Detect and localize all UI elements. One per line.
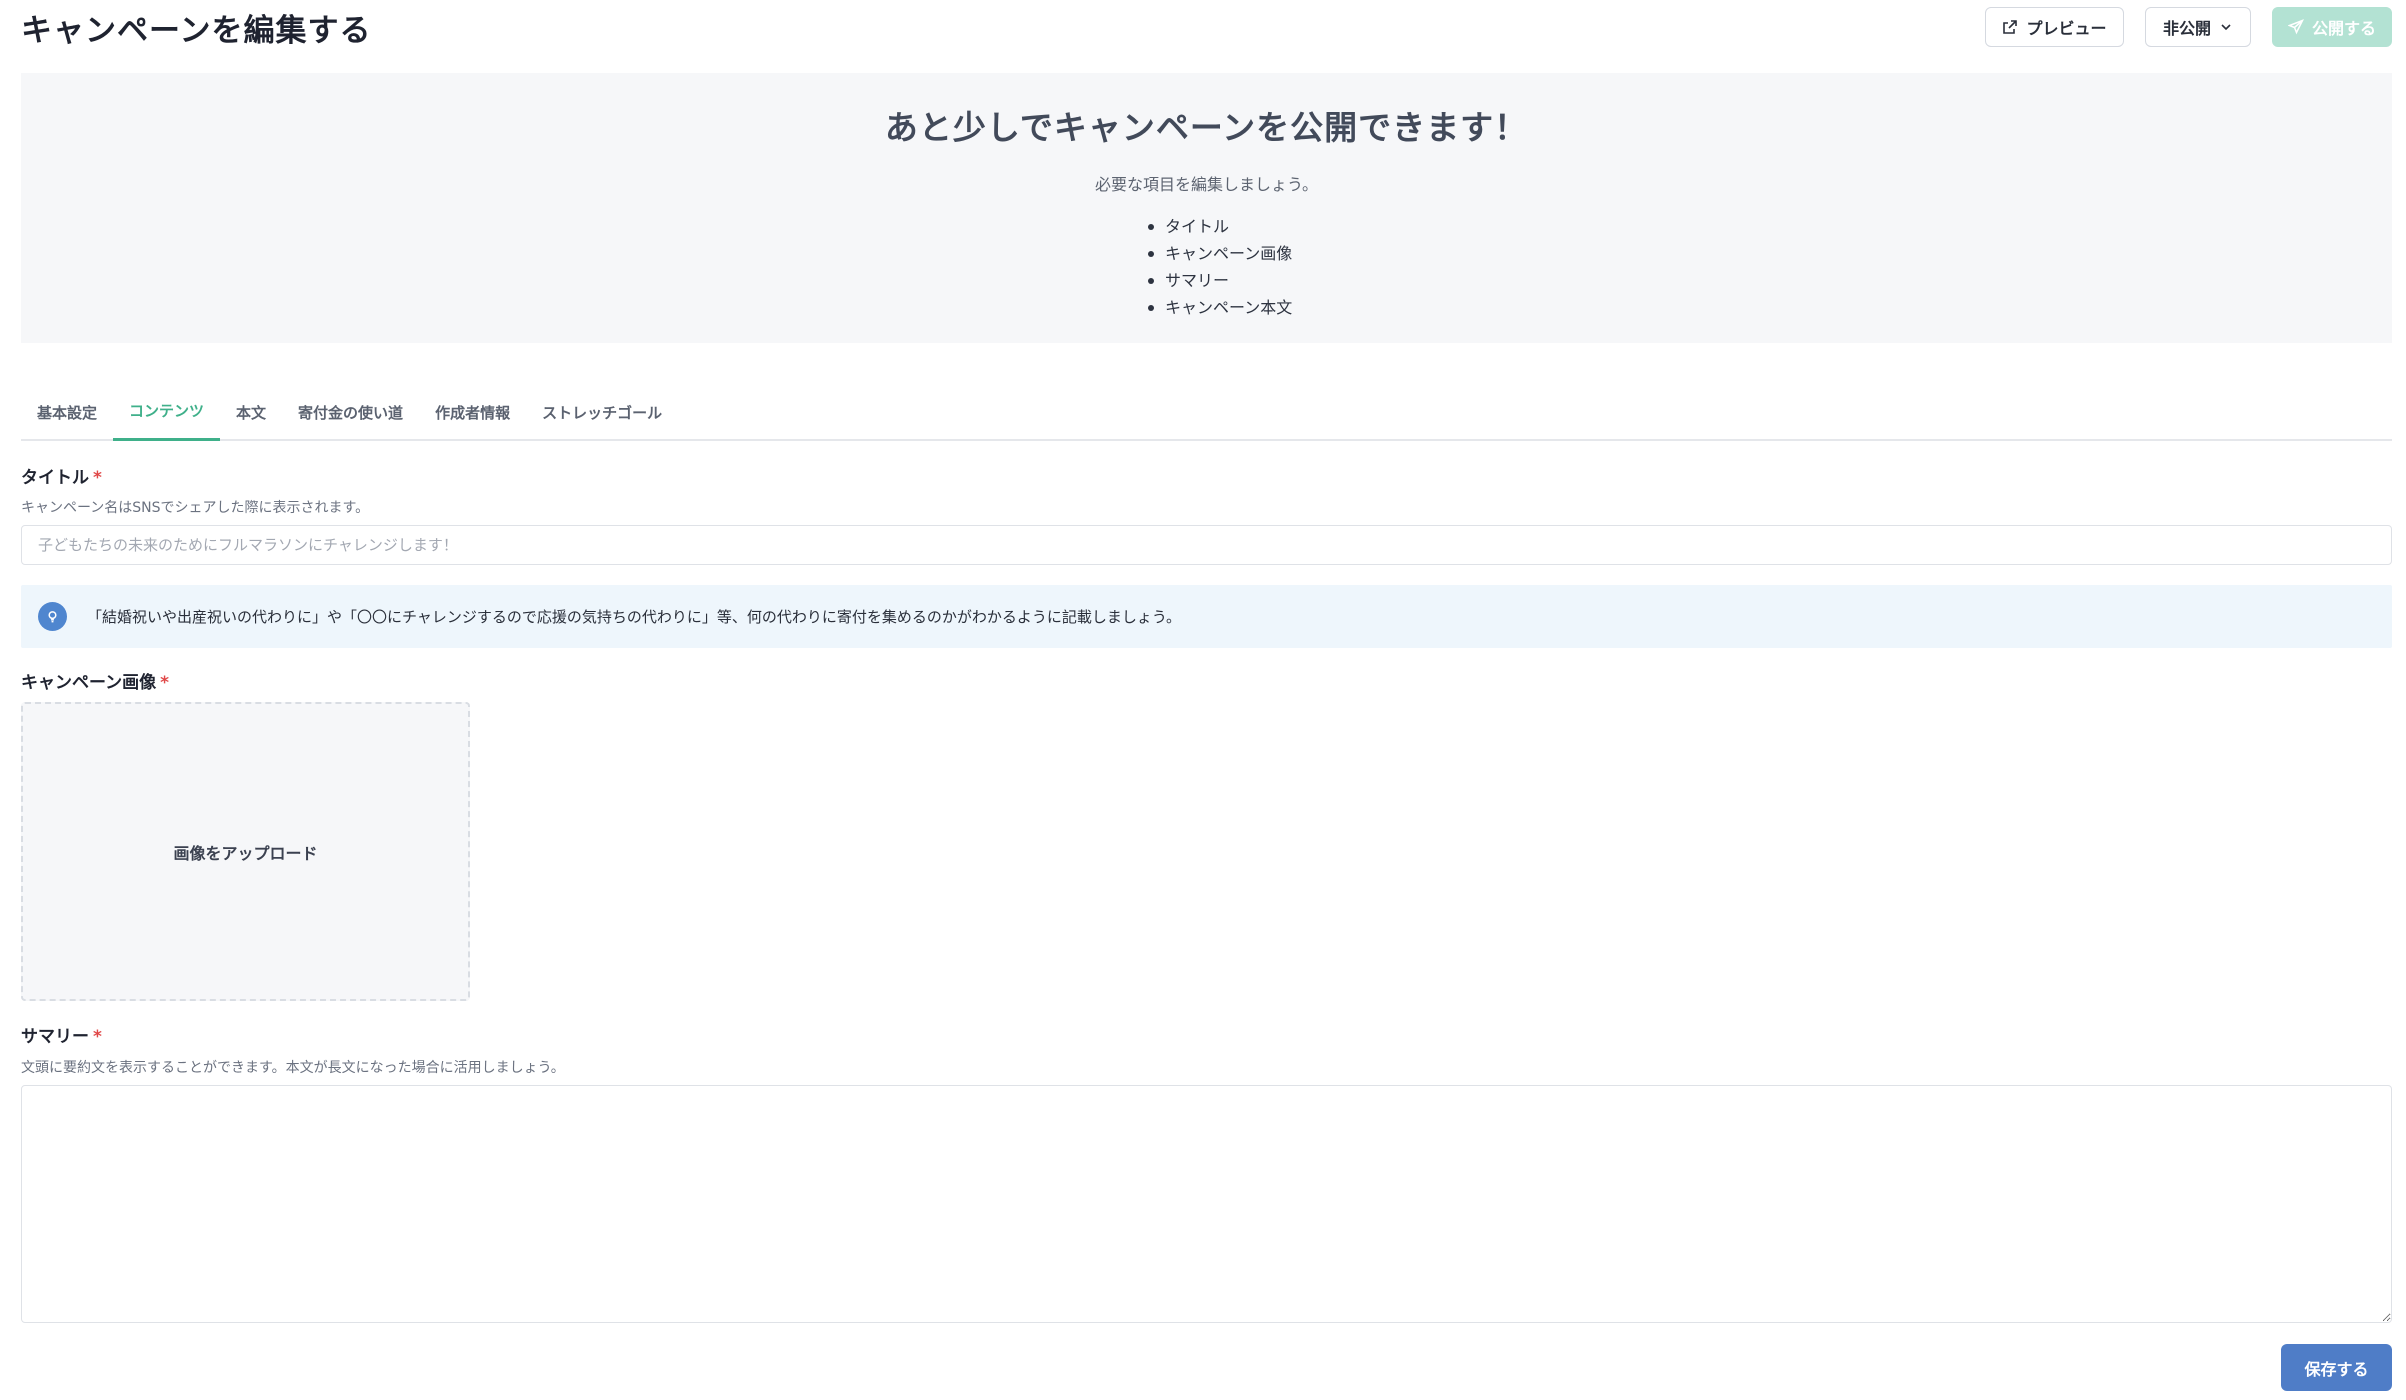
image-label-text: キャンペーン画像: [21, 673, 157, 693]
summary-field-help: 文頭に要約文を表示することができます。本文が長文になった場合に活用しましょう。: [21, 1060, 565, 1076]
list-item: タイトル: [1148, 213, 1292, 240]
list-item: サマリー: [1148, 267, 1292, 294]
page-title: キャンペーンを編集する: [21, 12, 372, 49]
tab-stretch-goal[interactable]: ストレッチゴール: [526, 383, 678, 441]
publish-button[interactable]: 公開する: [2272, 7, 2392, 47]
tab-body[interactable]: 本文: [220, 383, 282, 441]
title-input[interactable]: [21, 525, 2392, 565]
lightbulb-icon: [38, 602, 67, 631]
content-tabs: 基本設定 コンテンツ 本文 寄付金の使い道 作成者情報 ストレッチゴール: [21, 383, 2392, 441]
required-mark: *: [160, 673, 170, 693]
tab-author-info[interactable]: 作成者情報: [419, 383, 526, 441]
required-mark: *: [93, 468, 102, 488]
save-button[interactable]: 保存する: [2281, 1344, 2392, 1391]
summary-field-label: サマリー *: [21, 1022, 102, 1047]
image-upload-area[interactable]: 画像をアップロード: [21, 702, 470, 1001]
title-field-help: キャンペーン名はSNSでシェアした際に表示されます。: [21, 500, 370, 516]
tip-text: 「結婚祝いや出産祝いの代わりに」や「〇〇にチャレンジするので応援の気持ちの代わり…: [87, 608, 1181, 626]
preview-button[interactable]: プレビュー: [1985, 7, 2124, 47]
upload-label: 画像をアップロード: [173, 843, 318, 863]
chevron-down-icon: [2221, 24, 2231, 31]
image-field-label: キャンペーン画像 *: [21, 668, 169, 693]
required-items-list: タイトル キャンペーン画像 サマリー キャンペーン本文: [1148, 213, 1292, 321]
external-link-icon: [2003, 20, 2018, 34]
list-item: キャンペーン本文: [1148, 294, 1292, 321]
campaign-edit-page: キャンペーンを編集する プレビュー 非公開 公開する あと少しでキャンペーンを公…: [0, 0, 2406, 1400]
publish-button-label: 公開する: [2311, 19, 2376, 38]
list-item: キャンペーン画像: [1148, 240, 1292, 267]
page-header: キャンペーンを編集する プレビュー 非公開 公開する: [21, 0, 2392, 54]
preview-button-label: プレビュー: [2026, 19, 2107, 38]
visibility-dropdown[interactable]: 非公開: [2145, 7, 2251, 47]
summary-label-text: サマリー: [21, 1027, 89, 1047]
banner-subtitle: 必要な項目を編集しましょう。: [1094, 175, 1319, 194]
visibility-dropdown-label: 非公開: [2162, 19, 2211, 38]
tab-donation-use[interactable]: 寄付金の使い道: [282, 383, 419, 441]
publish-requirements-banner: あと少しでキャンペーンを公開できます！ 必要な項目を編集しましょう。 タイトル …: [21, 73, 2392, 343]
tip-box: 「結婚祝いや出産祝いの代わりに」や「〇〇にチャレンジするので応援の気持ちの代わり…: [21, 585, 2392, 648]
required-mark: *: [93, 1027, 102, 1047]
title-label-text: タイトル: [21, 468, 89, 488]
title-field-label: タイトル *: [21, 463, 102, 488]
banner-title: あと少しでキャンペーンを公開できます！: [884, 108, 1529, 147]
header-actions: プレビュー 非公開 公開する: [1985, 7, 2392, 47]
send-icon: [2287, 19, 2304, 35]
tab-contents[interactable]: コンテンツ: [113, 383, 221, 441]
summary-textarea[interactable]: [21, 1085, 2392, 1323]
tab-basic-settings[interactable]: 基本設定: [21, 383, 113, 441]
